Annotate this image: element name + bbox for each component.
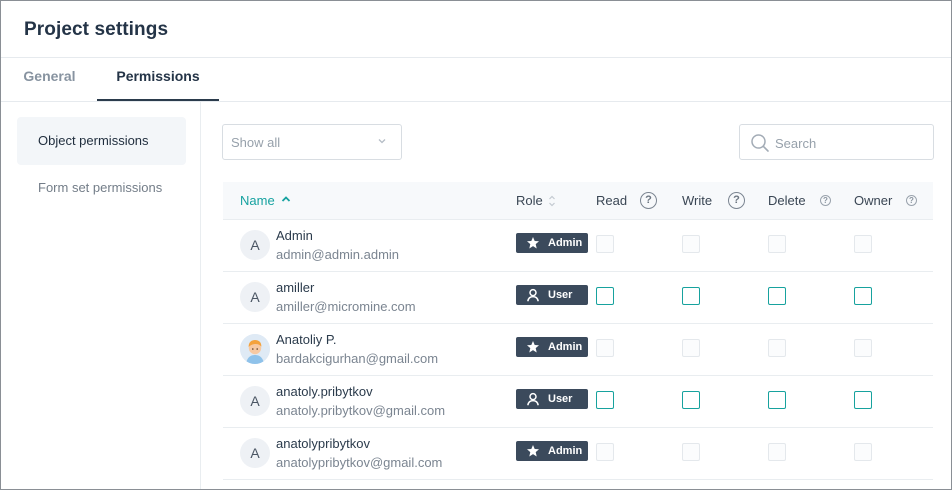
user-name: Admin bbox=[276, 228, 313, 243]
filter-dropdown[interactable]: Show all bbox=[222, 124, 402, 160]
user-photo-avatar bbox=[240, 334, 270, 364]
sidebar-item-form-set-permissions[interactable]: Form set permissions bbox=[17, 164, 186, 212]
read-checkbox[interactable] bbox=[596, 287, 614, 305]
table-row: A anatolypribytkov anatolypribytkov@gmai… bbox=[223, 428, 933, 480]
user-name: Anatoliy P. bbox=[276, 332, 337, 347]
delete-checkbox bbox=[768, 235, 786, 253]
tab-permissions[interactable]: Permissions bbox=[97, 58, 219, 101]
read-checkbox bbox=[596, 339, 614, 357]
read-checkbox bbox=[596, 443, 614, 461]
column-header-role[interactable]: Role bbox=[516, 193, 543, 208]
search-icon bbox=[751, 134, 769, 152]
star-icon bbox=[527, 341, 539, 353]
sort-toggle-icon[interactable] bbox=[548, 194, 556, 208]
read-checkbox[interactable] bbox=[596, 391, 614, 409]
role-label: User bbox=[548, 289, 573, 301]
delete-checkbox[interactable] bbox=[768, 391, 786, 409]
role-badge-user[interactable]: User bbox=[516, 285, 588, 305]
user-name: anatolypribytkov bbox=[276, 436, 370, 451]
column-header-read: Read bbox=[596, 193, 628, 208]
role-badge-user[interactable]: User bbox=[516, 389, 588, 409]
role-label: Admin bbox=[548, 445, 583, 457]
owner-help-icon[interactable]: ? bbox=[906, 195, 917, 206]
role-badge-admin[interactable]: Admin bbox=[516, 337, 588, 357]
user-name: anatoly.pribytkov bbox=[276, 384, 373, 399]
user-photo-avatar-icon bbox=[240, 334, 270, 364]
avatar: A bbox=[240, 230, 270, 260]
search-box bbox=[739, 124, 934, 160]
owner-checkbox bbox=[854, 235, 872, 253]
column-header-delete: Delete bbox=[768, 193, 806, 208]
column-header-owner: Owner bbox=[854, 193, 893, 208]
user-email: anatolypribytkov@gmail.com bbox=[276, 455, 443, 470]
user-email: admin@admin.admin bbox=[276, 247, 400, 262]
sort-ascending-icon bbox=[281, 196, 291, 202]
user-email: bardakcigurhan@gmail.com bbox=[276, 351, 439, 366]
user-icon bbox=[527, 288, 539, 302]
page-title: Project settings bbox=[24, 19, 169, 40]
tab-bar: General Permissions bbox=[1, 58, 951, 102]
table-row: A anatoly.pribytkov anatoly.pribytkov@gm… bbox=[223, 376, 933, 428]
sidebar-item-object-permissions[interactable]: Object permissions bbox=[17, 117, 186, 165]
user-email: anatoly.pribytkov@gmail.com bbox=[276, 403, 446, 418]
project-settings-window: Project settings General Permissions Obj… bbox=[0, 0, 952, 490]
column-header-write: Write bbox=[682, 193, 713, 208]
table-row: A amiller amiller@micromine.com User bbox=[223, 272, 933, 324]
avatar: A bbox=[240, 282, 270, 312]
avatar: A bbox=[240, 438, 270, 468]
role-badge-admin[interactable]: Admin bbox=[516, 441, 588, 461]
tab-general[interactable]: General bbox=[1, 58, 98, 101]
star-icon bbox=[527, 237, 539, 249]
user-email: amiller@micromine.com bbox=[276, 299, 416, 314]
role-badge-admin[interactable]: Admin bbox=[516, 233, 588, 253]
permissions-sidebar: Object permissions Form set permissions bbox=[1, 102, 201, 489]
write-help-icon[interactable]: ? bbox=[728, 192, 745, 209]
role-label: Admin bbox=[548, 341, 583, 353]
header: Project settings bbox=[1, 1, 951, 58]
owner-checkbox bbox=[854, 339, 872, 357]
read-help-icon[interactable]: ? bbox=[640, 192, 657, 209]
delete-checkbox[interactable] bbox=[768, 287, 786, 305]
read-checkbox bbox=[596, 235, 614, 253]
role-label: User bbox=[548, 393, 573, 405]
write-checkbox bbox=[682, 235, 700, 253]
delete-checkbox bbox=[768, 339, 786, 357]
search-input[interactable] bbox=[775, 133, 925, 153]
column-header-name[interactable]: Name bbox=[240, 193, 275, 208]
star-icon bbox=[527, 445, 539, 457]
write-checkbox bbox=[682, 443, 700, 461]
user-name: amiller bbox=[276, 280, 315, 295]
owner-checkbox bbox=[854, 443, 872, 461]
role-label: Admin bbox=[548, 237, 583, 249]
table-header: Name Role Read ? Write ? Delete ? Owner … bbox=[223, 182, 933, 220]
filter-selected-value: Show all bbox=[231, 135, 281, 150]
table-row: Anatoliy P. bardakcigurhan@gmail.com Adm… bbox=[223, 324, 933, 376]
owner-checkbox[interactable] bbox=[854, 391, 872, 409]
delete-checkbox bbox=[768, 443, 786, 461]
user-icon bbox=[527, 392, 539, 406]
write-checkbox[interactable] bbox=[682, 287, 700, 305]
table-row: A Admin admin@admin.admin Admin bbox=[223, 220, 933, 272]
chevron-down-icon bbox=[378, 139, 386, 144]
write-checkbox[interactable] bbox=[682, 391, 700, 409]
owner-checkbox[interactable] bbox=[854, 287, 872, 305]
avatar: A bbox=[240, 386, 270, 416]
delete-help-icon[interactable]: ? bbox=[820, 195, 831, 206]
write-checkbox bbox=[682, 339, 700, 357]
